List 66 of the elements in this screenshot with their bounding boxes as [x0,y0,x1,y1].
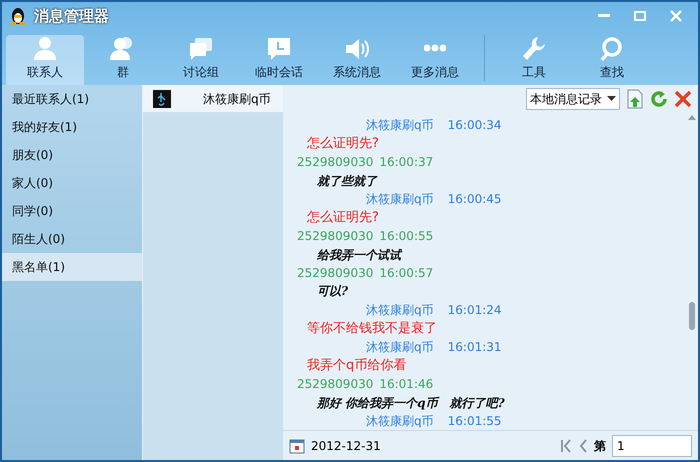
person-icon [31,35,59,61]
message-text: 可以? [316,283,350,300]
message-time: 16:00:57 [379,265,434,282]
sidebar-item[interactable]: 同学(0) [2,197,142,225]
caret-icon [607,96,616,101]
window-title: 消息管理器 [34,6,109,27]
message-time: 16:01:55 [448,412,502,430]
previous-page-icon[interactable] [578,438,588,452]
sender-name: 沐筱康刷q币 [366,412,434,430]
message-text: 怎么证明先? [306,209,380,227]
sender-id: 2529809030 [297,228,374,246]
message-text: 给我弄一个试试 [316,246,404,264]
record-source-dropdown[interactable]: 本地消息记录 [526,88,620,110]
message-time: 16:01:31 [448,338,502,356]
message-time: 16:00:45 [448,191,502,208]
avatar-icon [153,90,171,108]
message-time: 16:00:37 [379,154,434,172]
scrollbar-thumb[interactable] [689,302,695,330]
sender-name: 沐筱康刷q币 [366,338,434,356]
export-icon[interactable] [626,88,644,108]
sidebar-item[interactable]: 陌生人(0) [2,225,142,253]
toolbar-tab[interactable]: 临时会话 [240,35,318,85]
sender-name: 沐筱康刷q币 [366,191,434,208]
scroll-up-icon[interactable] [688,114,696,120]
message-time: 16:00:55 [379,228,434,246]
sender-id: 2529809030 [297,265,374,282]
wrench-icon [520,35,548,61]
sidebar-item[interactable]: 朋友(0) [2,141,142,169]
page-input[interactable]: 1 [612,434,692,456]
penguin-icon [10,7,26,25]
toolbar-tab[interactable]: 联系人 [6,35,84,85]
message-text: 我弄个q币给你看 [306,356,408,375]
message-time: 16:00:34 [448,117,502,134]
message-text: 那好 你给我弄一个q币 就行了吧? [316,394,506,412]
close-icon [670,10,682,22]
page-label: 第 [594,438,606,454]
maximize-icon [634,11,646,21]
toolbar-tab[interactable]: 查找 [573,35,651,85]
toolbar-tab[interactable]: 更多消息 [396,35,474,85]
sidebar-item[interactable]: 我的好友(1) [2,113,142,141]
minimize-icon [598,14,610,18]
chat-bubbles-icon [187,35,215,61]
contact-row[interactable]: 沐筱康刷q币 [143,85,283,112]
message-text: 就了些就了 [316,172,378,190]
sender-name: 沐筱康刷q币 [366,302,434,319]
sender-name: 沐筱康刷q币 [366,117,434,134]
sender-id: 2529809030 [297,154,374,172]
delete-icon[interactable] [674,90,692,108]
sender-id: 2529809030 [297,376,374,394]
dots-icon [424,44,446,52]
message-time: 16:01:46 [379,376,434,394]
sidebar-item[interactable]: 黑名单(1) [2,253,142,281]
sidebar-item[interactable]: 家人(0) [2,169,142,197]
clock-bubble-icon [265,35,293,61]
message-time: 16:01:24 [448,302,502,319]
toolbar-tab[interactable]: 讨论组 [162,35,240,85]
sidebar-item[interactable]: 最近联系人(1) [2,85,142,113]
message-text: 怎么证明先? [306,135,380,154]
toolbar-tab[interactable]: 群 [84,35,162,85]
message-text: 等你不给钱我不是衰了 [306,320,438,338]
refresh-icon[interactable] [650,90,668,108]
toolbar-tab[interactable]: 工具 [495,35,573,85]
calendar-icon[interactable] [289,438,305,454]
first-page-icon[interactable] [560,438,572,452]
toolbar-tab[interactable]: 系统消息 [318,35,396,85]
date-label: 2012-12-31 [311,438,381,454]
